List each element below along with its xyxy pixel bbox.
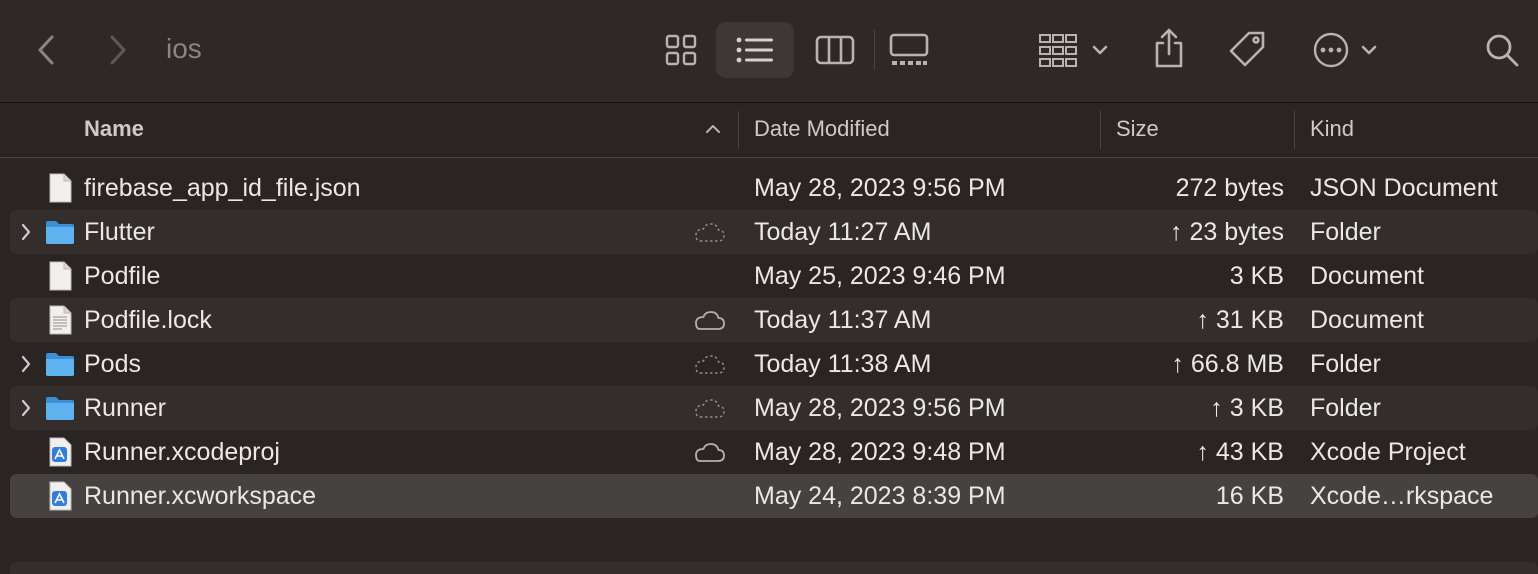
file-size: ↑ 43 KB — [1196, 438, 1284, 466]
file-name: Runner.xcworkspace — [84, 482, 317, 510]
icloud-status-icon — [692, 396, 726, 425]
xcode-icon — [44, 436, 76, 473]
disclosure-triangle-icon[interactable] — [20, 354, 32, 379]
icloud-status-icon — [692, 440, 726, 469]
list-view-icon[interactable] — [734, 34, 776, 66]
file-name: Podfile — [84, 262, 161, 290]
text-document-icon — [44, 304, 76, 341]
file-name: Runner.xcodeproj — [84, 438, 280, 466]
file-name: Pods — [84, 350, 141, 378]
file-size: ↑ 23 bytes — [1170, 218, 1284, 246]
gallery-view-icon[interactable] — [888, 30, 930, 70]
window-title: ios — [166, 33, 202, 64]
column-header-name[interactable]: Name — [84, 103, 144, 157]
share-icon[interactable] — [1150, 26, 1188, 70]
forward-icon[interactable] — [102, 32, 134, 68]
icloud-status-icon — [692, 220, 726, 249]
file-date-modified: Today 11:27 AM — [754, 218, 932, 246]
folder-icon — [44, 216, 76, 253]
file-date-modified: May 28, 2023 9:48 PM — [754, 438, 1006, 466]
file-size: ↑ 66.8 MB — [1171, 350, 1284, 378]
file-row[interactable]: Runner.xcworkspace May 24, 2023 8:39 PM 16… — [10, 474, 1538, 518]
file-name: Podfile.lock — [84, 306, 212, 334]
folder-icon — [44, 392, 76, 429]
icloud-status-icon — [692, 352, 726, 381]
file-row[interactable]: firebase_app_id_file.json May 28, 2023 9:… — [10, 166, 1538, 210]
file-row[interactable]: Runner May 28, 2023 9:56 PM ↑ 3 KB Folder — [10, 386, 1538, 430]
file-kind: Folder — [1310, 350, 1381, 378]
column-header-bar: Name Date Modified Size Kind — [0, 103, 1538, 158]
document-icon — [44, 260, 76, 297]
file-kind: Xcode…rkspace — [1310, 482, 1494, 510]
file-date-modified: May 28, 2023 9:56 PM — [754, 394, 1006, 422]
file-kind: Folder — [1310, 218, 1381, 246]
group-icon[interactable] — [1036, 30, 1112, 70]
file-size: 16 KB — [1215, 482, 1284, 510]
file-kind: Document — [1310, 262, 1424, 290]
document-icon — [44, 172, 76, 209]
toolbar: ios — [0, 0, 1538, 103]
file-size: ↑ 31 KB — [1196, 306, 1284, 334]
xcode-icon — [44, 480, 76, 517]
disclosure-triangle-icon[interactable] — [20, 222, 32, 247]
file-kind: JSON Document — [1310, 174, 1498, 202]
file-name: Flutter — [84, 218, 155, 246]
disclosure-triangle-icon[interactable] — [20, 398, 32, 423]
file-row[interactable]: Pods Today 11:38 AM ↑ 66.8 MB Folder — [10, 342, 1538, 386]
file-kind: Document — [1310, 306, 1424, 334]
file-date-modified: May 28, 2023 9:56 PM — [754, 174, 1006, 202]
search-icon[interactable] — [1482, 30, 1522, 70]
file-name: firebase_app_id_file.json — [84, 174, 361, 202]
file-date-modified: Today 11:38 AM — [754, 350, 932, 378]
back-icon[interactable] — [30, 32, 62, 68]
column-header-kind[interactable]: Kind — [1310, 103, 1354, 157]
column-separator[interactable] — [738, 111, 739, 149]
file-date-modified: May 25, 2023 9:46 PM — [754, 262, 1006, 290]
folder-icon — [44, 348, 76, 385]
file-kind: Xcode Project — [1310, 438, 1466, 466]
column-header-date[interactable]: Date Modified — [754, 103, 890, 157]
column-view-icon[interactable] — [814, 30, 856, 70]
file-row[interactable]: Runner.xcodeproj May 28, 2023 9:48 PM ↑ 43… — [10, 430, 1538, 474]
file-size: ↑ 3 KB — [1210, 394, 1284, 422]
toolbar-divider — [874, 30, 875, 70]
column-separator[interactable] — [1100, 111, 1101, 149]
file-kind: Folder — [1310, 394, 1381, 422]
icon-view-icon[interactable] — [660, 30, 702, 70]
column-header-size[interactable]: Size — [1116, 103, 1159, 157]
empty-row — [10, 562, 1538, 574]
sort-ascending-icon[interactable] — [704, 121, 722, 137]
file-name: Runner — [84, 394, 166, 422]
file-size: 272 bytes — [1175, 174, 1284, 202]
file-row[interactable]: Podfile.lock Today 11:37 AM ↑ 31 KB Documen… — [10, 298, 1538, 342]
icloud-status-icon — [692, 308, 726, 337]
file-date-modified: Today 11:37 AM — [754, 306, 932, 334]
file-row[interactable]: Podfile May 25, 2023 9:46 PM 3 KB Document — [10, 254, 1538, 298]
tag-icon[interactable] — [1226, 28, 1268, 70]
file-date-modified: May 24, 2023 8:39 PM — [754, 482, 1006, 510]
file-row[interactable]: Flutter Today 11:27 AM ↑ 23 bytes Folder — [10, 210, 1538, 254]
column-separator[interactable] — [1294, 111, 1295, 149]
file-size: 3 KB — [1229, 262, 1284, 290]
more-icon[interactable] — [1310, 30, 1382, 70]
